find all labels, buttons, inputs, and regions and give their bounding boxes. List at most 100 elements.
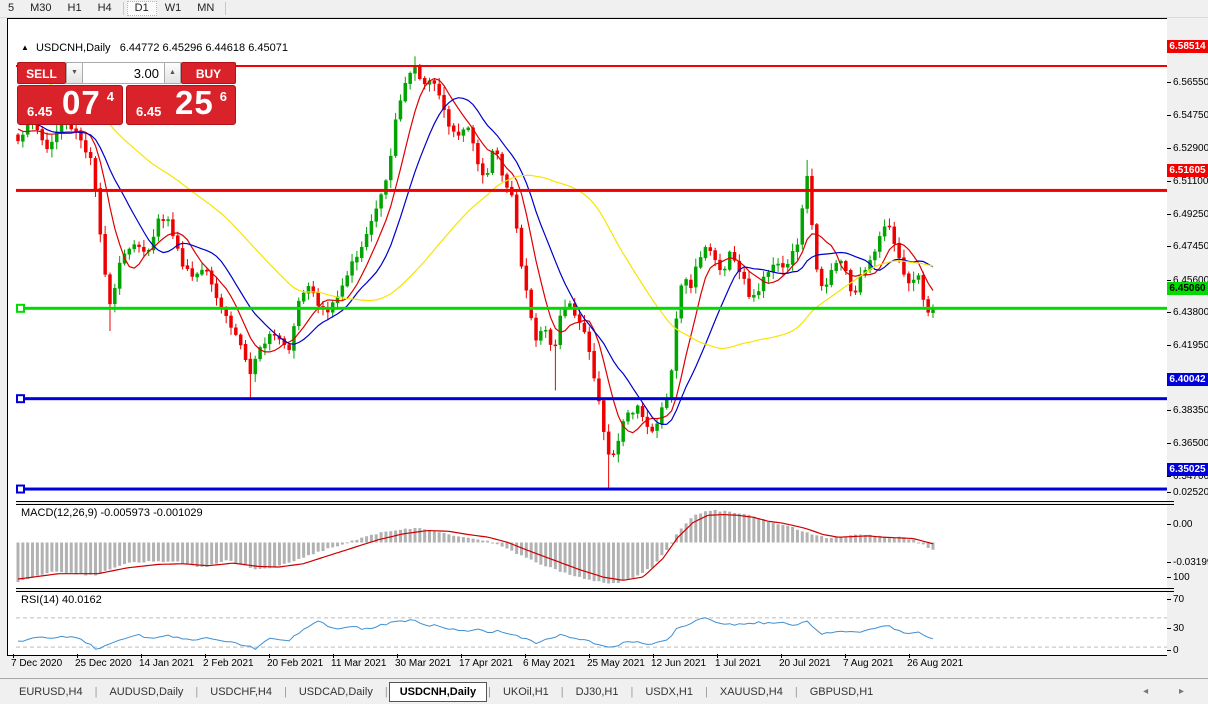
price-level-line[interactable] [16, 397, 1174, 401]
period-button-m30[interactable]: M30 [22, 1, 59, 16]
tab-separator: | [94, 685, 98, 698]
time-axis: 7 Dec 2020 25 Dec 2020 14 Jan 2021 2 Feb 20… [8, 654, 1168, 674]
price-label: 6.41950 [1173, 340, 1208, 352]
tab-dj30[interactable]: DJ30,H1 [565, 683, 630, 701]
buy-price-digits: 25 [175, 84, 214, 121]
rsi-scale-label: 30 [1173, 623, 1185, 635]
tab-separator: | [195, 685, 199, 698]
buy-quote-box[interactable]: 6.45 25 6 [126, 84, 236, 125]
level-price-label: 6.51605 [1167, 164, 1208, 178]
price-tick [1167, 180, 1171, 182]
price-level-line[interactable] [16, 188, 1174, 192]
period-button-h4[interactable]: H4 [90, 1, 120, 16]
date-label: 17 Apr 2021 [459, 658, 513, 669]
date-label: 20 Jul 2021 [779, 658, 831, 669]
tab-usdcnh[interactable]: USDCNH,Daily [388, 681, 488, 702]
macd-scale-label: -0.031994 [1173, 557, 1208, 568]
rsi-scale-tick [1167, 628, 1171, 630]
period-button-d1[interactable]: D1 [126, 1, 157, 16]
rsi-label: RSI(14) 40.0162 [21, 594, 102, 606]
sell-price-prefix: 6.45 [27, 104, 53, 119]
period-button-h1[interactable]: H1 [60, 1, 90, 16]
level-drag-handle[interactable] [16, 394, 25, 404]
macd-label: MACD(12,26,9) -0.005973 -0.001029 [21, 507, 203, 519]
price-label: 6.56550 [1173, 77, 1208, 89]
macd-scale-tick [1167, 523, 1171, 525]
period-button-mn[interactable]: MN [189, 1, 222, 16]
sell-button[interactable]: SELL [17, 62, 66, 84]
date-label: 30 Mar 2021 [395, 658, 452, 669]
price-tick [1167, 311, 1171, 313]
chart-ohlc-values: 6.44772 6.45296 6.44618 6.45071 [119, 42, 288, 54]
tab-audusd[interactable]: AUDUSD,Daily [98, 683, 194, 701]
panel-divider[interactable] [16, 588, 1174, 592]
tab-xauusd[interactable]: XAUUSD,H4 [709, 683, 794, 701]
price-tick [1167, 246, 1171, 248]
level-drag-handle[interactable] [16, 303, 25, 313]
chart-symbol: USDCNH,Daily [35, 42, 111, 54]
level-price-label: 6.40042 [1167, 372, 1208, 386]
macd-scale-tick [1167, 492, 1171, 493]
macd-scale-tick [1167, 562, 1171, 563]
tab-gbpusd[interactable]: GBPUSD,H1 [799, 683, 885, 701]
tab-separator: | [794, 685, 798, 698]
period-toolbar: 5 M30 H1 H4 D1 W1 MN [0, 0, 1208, 18]
price-tick [1167, 443, 1171, 445]
volume-decrease-button[interactable]: ▼ [66, 62, 83, 84]
level-drag-handle[interactable] [16, 484, 25, 494]
tab-separator: | [284, 685, 287, 698]
rsi-scale-tick [1167, 598, 1171, 600]
tab-scroll-arrows[interactable]: ◂ ▸ [1143, 686, 1198, 697]
tab-separator: | [384, 685, 388, 698]
tab-usdx[interactable]: USDX,H1 [634, 683, 704, 701]
buy-price-prefix: 6.45 [136, 104, 162, 119]
date-label: 2 Feb 2021 [203, 658, 254, 669]
chart-title: ▲ USDCNH,Daily 6.44772 6.45296 6.44618 6… [21, 42, 288, 54]
price-tick [1167, 148, 1171, 150]
sell-quote-box[interactable]: 6.45 07 4 [17, 84, 123, 125]
price-label: 6.43800 [1173, 306, 1208, 318]
date-label: 7 Aug 2021 [843, 658, 894, 669]
tab-ukoil[interactable]: UKOil,H1 [492, 683, 560, 701]
date-label: 20 Feb 2021 [267, 658, 324, 669]
tab-usdcad[interactable]: USDCAD,Daily [288, 683, 384, 701]
period-button-w1[interactable]: W1 [157, 1, 190, 16]
date-label: 25 Dec 2020 [75, 658, 132, 669]
price-label: 6.49250 [1173, 208, 1208, 220]
price-tick [1167, 82, 1171, 84]
rsi-scale-label: 70 [1173, 593, 1185, 605]
price-level-line[interactable] [16, 487, 1174, 491]
price-tick [1167, 114, 1171, 116]
toolbar-separator [122, 2, 124, 15]
rsi-scale-label: 100 [1173, 572, 1190, 583]
price-level-line[interactable] [16, 306, 1174, 310]
price-label: 6.52900 [1173, 143, 1208, 155]
date-label: 11 Mar 2021 [331, 658, 387, 669]
chart-window: ▲ USDCNH,Daily 6.44772 6.45296 6.44618 6… [7, 18, 1174, 656]
price-tick [1167, 410, 1171, 412]
period-button-5[interactable]: 5 [0, 1, 22, 16]
date-label: 7 Dec 2020 [11, 658, 63, 669]
price-tick [1167, 279, 1171, 281]
tab-separator: | [560, 685, 564, 698]
tab-separator: | [630, 685, 634, 698]
price-label: 6.47450 [1173, 241, 1208, 253]
macd-scale-label: 0.00 [1173, 518, 1193, 530]
panel-divider[interactable] [16, 501, 1174, 505]
volume-input[interactable] [83, 62, 164, 84]
level-price-label: 6.58514 [1167, 40, 1208, 53]
buy-button[interactable]: BUY [181, 62, 236, 84]
date-label: 25 May 2021 [587, 658, 645, 669]
buy-price-pip: 6 [219, 89, 227, 104]
one-click-trade-panel: SELL ▼ ▲ BUY 6.45 07 4 6.45 25 6 [17, 62, 236, 125]
rsi-scale-tick [1167, 577, 1171, 578]
tab-usdchf[interactable]: USDCHF,H4 [199, 683, 283, 701]
rsi-scale-tick [1167, 650, 1171, 651]
tab-eurusd[interactable]: EURUSD,H4 [8, 683, 94, 701]
volume-increase-button[interactable]: ▲ [164, 62, 181, 84]
level-price-label: 6.35025 [1167, 463, 1208, 477]
date-label: 14 Jan 2021 [139, 658, 195, 669]
macd-scale-label: 0.025209 [1173, 487, 1208, 498]
chart-tab-bar: EURUSD,H4 | AUDUSD,Daily | USDCHF,H4 | USDCAD,… [0, 678, 1208, 704]
collapse-toggle-icon[interactable]: ▲ [21, 43, 29, 52]
